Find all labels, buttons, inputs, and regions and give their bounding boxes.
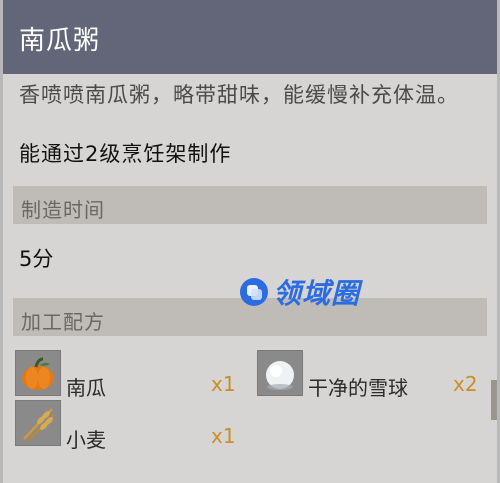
item-title: 南瓜粥 xyxy=(19,26,101,56)
item-description: 香喷喷南瓜粥，略带甜味，能缓慢补充体温。 xyxy=(19,83,459,107)
ingredient-qty: x1 xyxy=(211,424,236,448)
title-bar: 南瓜粥 xyxy=(3,0,497,74)
wheat-icon[interactable] xyxy=(15,400,61,446)
ingredient-qty: x1 xyxy=(211,372,236,396)
craft-time-value: 5分 xyxy=(19,247,54,271)
snowball-icon[interactable] xyxy=(257,350,303,396)
side-edge-decoration xyxy=(491,380,497,420)
watermark-text: 领域圈 xyxy=(273,277,361,310)
pumpkin-icon[interactable] xyxy=(15,350,61,396)
ingredient-name: 南瓜 xyxy=(66,376,106,400)
craft-time-label: 制造时间 xyxy=(21,198,105,222)
ingredient-qty: x2 xyxy=(453,372,478,396)
watermark-logo-icon xyxy=(240,278,268,306)
watermark: 领域圈 xyxy=(239,272,360,312)
recipe-label: 加工配方 xyxy=(21,310,105,334)
item-detail-panel: 南瓜粥 香喷喷南瓜粥，略带甜味，能缓慢补充体温。 能通过2级烹饪架制作 制造时间… xyxy=(0,0,500,483)
ingredient-name: 干净的雪球 xyxy=(308,376,408,400)
craft-time-header: 制造时间 xyxy=(13,186,487,224)
crafting-requirement: 能通过2级烹饪架制作 xyxy=(19,142,232,166)
ingredient-name: 小麦 xyxy=(66,428,106,452)
